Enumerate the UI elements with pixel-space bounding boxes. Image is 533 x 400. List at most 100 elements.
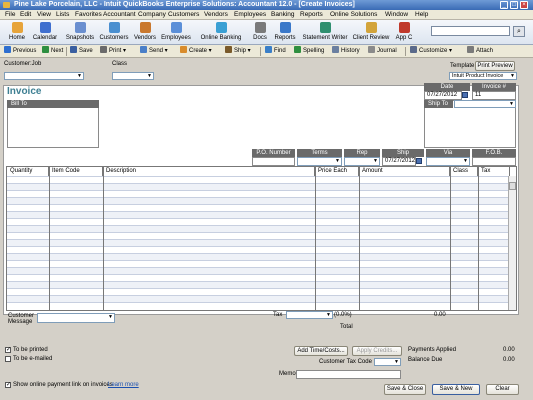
icon-online-banking[interactable]: Online Banking [198, 22, 244, 42]
spelling-button[interactable]: Spelling [294, 45, 324, 58]
menu-help[interactable]: Help [415, 10, 428, 20]
ship-date-field[interactable]: 07/27/2012 [382, 157, 416, 166]
icon-app-center[interactable]: App C [393, 22, 415, 42]
to-be-emailed-checkbox[interactable] [5, 356, 11, 362]
table-row[interactable] [7, 218, 510, 225]
to-be-printed-checkbox[interactable]: ✓ [5, 347, 11, 353]
table-row[interactable] [7, 211, 510, 218]
history-icon [332, 46, 339, 53]
icon-snapshots[interactable]: Snapshots [64, 22, 96, 42]
icon-employees[interactable]: Employees [160, 22, 192, 42]
menu-banking[interactable]: Banking [271, 10, 295, 20]
print-button[interactable]: Print ▾ [100, 45, 126, 58]
save-close-button[interactable]: Save & Close [384, 384, 426, 395]
table-row[interactable] [7, 302, 510, 309]
rep-select[interactable]: ▼ [344, 157, 380, 166]
add-time-costs-button[interactable]: Add Time/Costs... [294, 346, 348, 356]
total-label: Total [340, 324, 353, 330]
table-row[interactable] [7, 260, 510, 267]
date-field[interactable]: 07/27/2012 [424, 91, 462, 100]
table-row[interactable] [7, 183, 510, 190]
customer-job-select[interactable]: ▼ [4, 72, 84, 80]
show-online-payment-checkbox[interactable]: ✓ [5, 382, 11, 388]
class-select[interactable]: ▼ [112, 72, 154, 80]
invoice-number-field[interactable]: 11 [472, 91, 516, 100]
table-row[interactable] [7, 204, 510, 211]
menu-company[interactable]: Company [138, 10, 166, 20]
create-button[interactable]: Create ▾ [180, 45, 212, 58]
table-row[interactable] [7, 288, 510, 295]
menu-window[interactable]: Window [385, 10, 408, 20]
minimize-button[interactable]: _ [500, 1, 508, 9]
fob-field[interactable] [472, 157, 516, 166]
po-number-field[interactable] [252, 157, 295, 166]
calendar-icon[interactable] [416, 158, 422, 164]
table-row[interactable] [7, 239, 510, 246]
menu-edit[interactable]: Edit [20, 10, 31, 20]
title-bar: Pine Lake Porcelain, LLC - Intuit QuickB… [0, 0, 533, 10]
table-row[interactable] [7, 176, 510, 183]
customer-message-select[interactable]: ▼ [37, 313, 115, 323]
icon-docs[interactable]: Docs [250, 22, 270, 42]
icon-client-review[interactable]: Client Review [351, 22, 391, 42]
icon-statement-writer[interactable]: Statement Writer [301, 22, 349, 42]
table-row[interactable] [7, 267, 510, 274]
table-row[interactable] [7, 253, 510, 260]
table-row[interactable] [7, 295, 510, 302]
print-preview-button[interactable]: Print Preview [475, 61, 515, 71]
find-button[interactable]: Find [265, 45, 286, 58]
menu-favorites[interactable]: Favorites [75, 10, 102, 20]
menu-lists[interactable]: Lists [56, 10, 69, 20]
send-button[interactable]: Send ▾ [140, 45, 168, 58]
apply-credits-button[interactable]: Apply Credits... [352, 346, 402, 356]
search-icon[interactable]: ⌕ [513, 26, 525, 37]
menu-accountant[interactable]: Accountant [103, 10, 136, 20]
table-row[interactable] [7, 225, 510, 232]
next-button[interactable]: Next [42, 45, 63, 58]
icon-calendar[interactable]: Calendar [30, 22, 60, 42]
menu-view[interactable]: View [37, 10, 51, 20]
via-select[interactable]: ▼ [426, 157, 470, 166]
icon-vendors[interactable]: Vendors [132, 22, 158, 42]
save-new-button[interactable]: Save & New [432, 384, 480, 395]
table-row[interactable] [7, 274, 510, 281]
previous-button[interactable]: Previous [4, 45, 36, 58]
tax-select[interactable]: ▼ [286, 311, 333, 319]
table-row[interactable] [7, 197, 510, 204]
table-row[interactable] [7, 246, 510, 253]
icon-home[interactable]: Home [6, 22, 28, 42]
ship-to-select[interactable]: ▼ [454, 100, 516, 108]
table-row[interactable] [7, 190, 510, 197]
ship-button[interactable]: Ship ▾ [225, 45, 251, 58]
docs-icon [254, 22, 266, 33]
menu-customers[interactable]: Customers [168, 10, 199, 20]
table-row[interactable] [7, 232, 510, 239]
maximize-button[interactable]: □ [510, 1, 518, 9]
menu-employees[interactable]: Employees [234, 10, 266, 20]
menu-online-solutions[interactable]: Online Solutions [330, 10, 377, 20]
save-button[interactable]: Save [70, 45, 93, 58]
icon-label-docs: Docs [253, 35, 267, 41]
attach-button[interactable]: Attach [467, 45, 493, 58]
history-button[interactable]: History [332, 45, 360, 58]
menu-file[interactable]: File [5, 10, 15, 20]
scroll-thumb[interactable] [509, 182, 516, 190]
icon-reports[interactable]: Reports [272, 22, 298, 42]
journal-button[interactable]: Journal [368, 45, 397, 58]
column-divider [450, 167, 451, 310]
terms-select[interactable]: ▼ [297, 157, 342, 166]
close-button[interactable]: × [520, 1, 528, 9]
search-input[interactable] [431, 26, 510, 36]
memo-field[interactable] [296, 370, 401, 379]
customize-button[interactable]: Customize ▾ [410, 45, 452, 58]
menu-reports[interactable]: Reports [300, 10, 323, 20]
icon-customers[interactable]: Customers [98, 22, 130, 42]
calendar-icon[interactable] [462, 92, 468, 98]
table-row[interactable] [7, 281, 510, 288]
grid-scrollbar[interactable] [508, 176, 516, 310]
menu-vendors[interactable]: Vendors [204, 10, 228, 20]
clear-button[interactable]: Clear [486, 384, 519, 395]
learn-more-link[interactable]: Learn more [108, 382, 139, 388]
template-select[interactable]: Intuit Product Invoice ▼ [449, 72, 517, 80]
customer-tax-code-select[interactable]: ▼ [374, 358, 401, 366]
